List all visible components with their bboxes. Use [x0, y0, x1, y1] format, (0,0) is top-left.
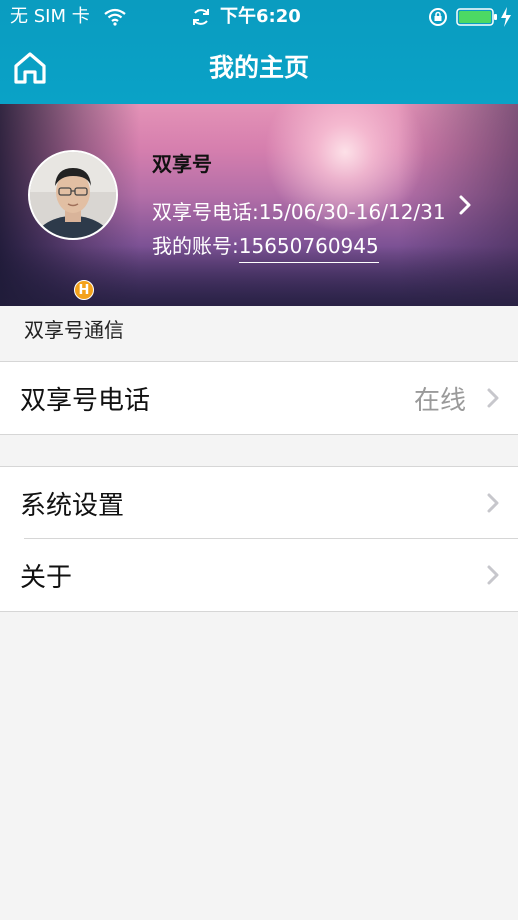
cell-about-label: 关于 — [20, 563, 73, 593]
top-bar: 无 SIM 卡 下午6:20 我的主页 — [0, 0, 518, 104]
account-label: 我的账号: — [152, 234, 239, 258]
avatar-photo — [30, 152, 116, 238]
chevron-right-icon — [487, 493, 499, 513]
cell-settings[interactable]: 系统设置 — [0, 466, 518, 539]
cell-about[interactable]: 关于 — [0, 539, 518, 612]
avatar[interactable] — [28, 150, 118, 240]
account-number[interactable]: 15650760945 — [238, 234, 379, 263]
carrier-label: 无 SIM 卡 — [10, 6, 90, 27]
cell-phone-status: 在线 — [413, 386, 466, 416]
battery-icon — [456, 8, 497, 26]
account-line: 我的账号:15650760945 — [152, 230, 379, 263]
phone-validity: 双享号电话:15/06/30-16/12/31 — [152, 200, 446, 224]
level-badge: H — [74, 280, 94, 300]
chevron-right-icon — [487, 388, 499, 408]
chevron-right-icon — [487, 565, 499, 585]
clock: 下午6:20 — [220, 6, 301, 27]
section-header-label: 双享号通信 — [24, 318, 124, 342]
orientation-lock-icon — [429, 8, 447, 26]
profile-name: 双享号 — [152, 152, 212, 176]
wifi-icon — [104, 8, 126, 26]
sync-icon — [193, 9, 209, 25]
cell-phone[interactable]: 双享号电话 在线 — [0, 362, 518, 435]
page-title: 我的主页 — [208, 53, 309, 82]
section-header-communication: 双享号通信 — [0, 306, 518, 362]
charging-icon — [501, 7, 511, 27]
cell-phone-label: 双享号电话 — [20, 386, 151, 416]
cell-settings-label: 系统设置 — [20, 491, 125, 521]
status-bar: 无 SIM 卡 下午6:20 — [0, 0, 518, 34]
profile-chevron-icon[interactable] — [458, 194, 472, 216]
